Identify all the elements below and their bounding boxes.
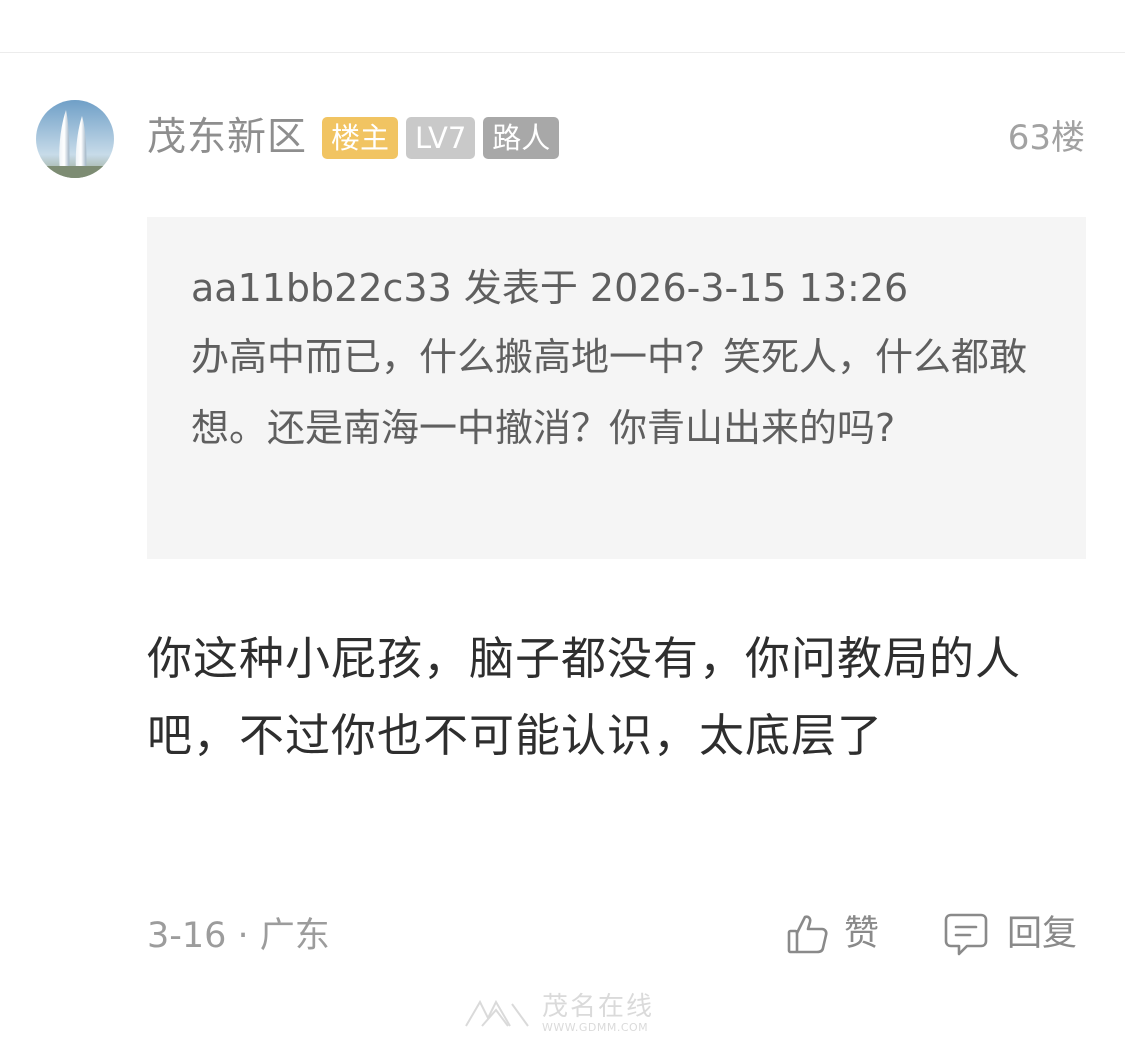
like-button[interactable]: 赞 <box>786 910 879 958</box>
post-date-location: 3-16 · 广东 <box>147 916 330 956</box>
comment-icon <box>943 911 989 957</box>
thumbs-up-icon <box>786 912 830 956</box>
floor-number: 63楼 <box>1007 118 1085 158</box>
owner-badge: 楼主 <box>322 117 399 159</box>
watermark-url: WWW.GDMM.COM <box>542 1021 649 1034</box>
quoted-post[interactable]: aa11bb22c33 发表于 2026-3-15 13:26 办高中而已，什么… <box>147 217 1086 559</box>
reply-label: 回复 <box>1007 914 1078 954</box>
level-badge: LV7 <box>406 117 476 159</box>
user-badges: 楼主 LV7 路人 <box>322 117 560 159</box>
site-logo-icon <box>462 996 532 1032</box>
quote-text: 办高中而已，什么搬高地一中？笑死人，什么都敢想。还是南海一中撤消？你青山出来的吗… <box>191 335 1028 450</box>
username[interactable]: 茂东新区 <box>147 112 307 164</box>
reply-button[interactable]: 回复 <box>943 910 1077 958</box>
avatar-image <box>36 100 114 178</box>
reply-content: 你这种小屁孩，脑子都没有，你问教局的人吧，不过你也不可能认识，太底层了 <box>147 632 1022 762</box>
site-watermark: 茂名在线 WWW.GDMM.COM <box>462 994 654 1033</box>
quote-meta: aa11bb22c33 发表于 2026-3-15 13:26 <box>191 266 909 310</box>
like-label: 赞 <box>844 914 880 954</box>
top-divider <box>0 52 1125 53</box>
rank-badge: 路人 <box>483 117 560 159</box>
avatar[interactable] <box>36 100 114 178</box>
watermark-text: 茂名在线 <box>542 992 655 1022</box>
